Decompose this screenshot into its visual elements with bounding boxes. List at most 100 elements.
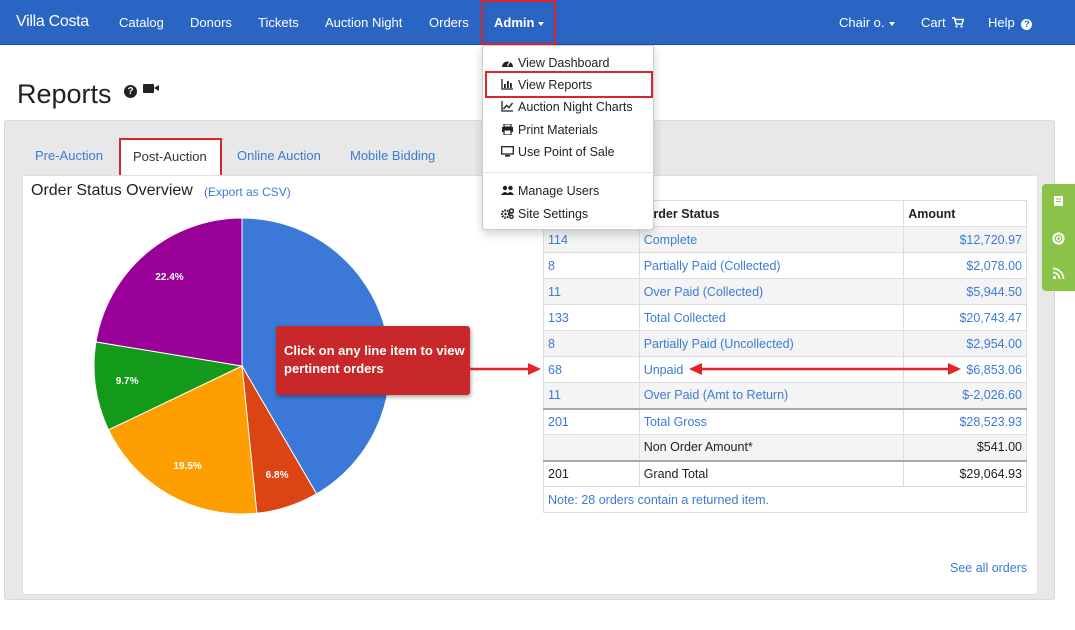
nav-tickets[interactable]: Tickets (258, 15, 299, 30)
row-status[interactable]: Over Paid (Amt to Return) (638, 382, 905, 409)
table-row[interactable]: 133 Total Collected $20,743.47 (543, 304, 1027, 331)
side-toolbar (1042, 184, 1075, 291)
nav-chair-label: Chair o. (839, 15, 885, 30)
row-amount[interactable]: $5,944.50 (903, 278, 1027, 305)
row-count: 201 (543, 459, 640, 487)
row-count[interactable]: 133 (543, 304, 640, 331)
row-count[interactable]: 8 (543, 330, 640, 357)
row-amount[interactable]: $2,078.00 (903, 252, 1027, 279)
tab-post-auction-label: Post-Auction (133, 149, 207, 164)
header-order-status: Order Status (638, 200, 905, 227)
nav-orders[interactable]: Orders (429, 15, 469, 30)
tab-online-auction[interactable]: Online Auction (237, 148, 321, 163)
menu-label: Manage Users (518, 184, 600, 198)
tab-post-auction[interactable]: Post-Auction (119, 138, 222, 175)
callout-text: Click on any line item to view pertinent… (284, 343, 465, 376)
row-status[interactable]: Partially Paid (Uncollected) (638, 330, 905, 357)
nav-donors[interactable]: Donors (190, 15, 232, 30)
row-amount[interactable]: $12,720.97 (903, 226, 1027, 253)
row-amount: $541.00 (903, 434, 1027, 461)
dashboard-icon (502, 60, 513, 67)
row-amount[interactable]: $2,954.00 (903, 330, 1027, 357)
title-icons: ? (124, 82, 159, 98)
book-icon[interactable] (1052, 195, 1065, 208)
menu-label: Use Point of Sale (518, 145, 615, 159)
admin-highlight-box (481, 0, 556, 45)
nav-cart[interactable]: Cart (921, 15, 965, 30)
see-all-orders-link[interactable]: See all orders (950, 561, 1027, 575)
export-csv-link[interactable]: (Export as CSV) (204, 185, 291, 199)
row-count[interactable]: 8 (543, 252, 640, 279)
returned-items-note: Note: 28 orders contain a returned item. (543, 486, 1027, 513)
nav-help[interactable]: Help ? (988, 15, 1033, 30)
cart-icon (952, 17, 965, 28)
table-row[interactable]: 8 Partially Paid (Uncollected) $2,954.00 (543, 330, 1027, 357)
cogs-icon (501, 208, 514, 219)
nav-auction-night[interactable]: Auction Night (325, 15, 402, 30)
row-amount[interactable]: $-2,026.60 (903, 382, 1027, 409)
pie-slice-label: 9.7% (115, 376, 139, 388)
row-count (543, 434, 640, 461)
nav-help-label: Help (988, 15, 1015, 30)
table-row: Non Order Amount* $541.00 (543, 434, 1027, 461)
nav-chair[interactable]: Chair o. (839, 15, 895, 30)
row-status[interactable]: Over Paid (Collected) (638, 278, 905, 305)
users-icon (501, 185, 514, 195)
row-status[interactable]: Partially Paid (Collected) (638, 252, 905, 279)
brand-link[interactable]: Villa Costa (16, 13, 89, 31)
table-note-row: Note: 28 orders contain a returned item. (543, 486, 1027, 513)
row-amount: $29,064.93 (903, 459, 1027, 487)
page-title: Reports (17, 79, 112, 109)
video-camera-icon[interactable] (143, 84, 159, 93)
pie-slice-label: 22.4% (155, 271, 184, 283)
chevron-down-icon (888, 21, 895, 26)
row-status: Non Order Amount* (638, 434, 905, 461)
row-count[interactable]: 11 (543, 382, 640, 409)
row-amount[interactable]: $6,853.06 (903, 356, 1027, 383)
menu-use-point-of-sale[interactable]: Use Point of Sale (501, 145, 615, 159)
menu-print-materials[interactable]: Print Materials (501, 123, 598, 137)
help-icon[interactable]: ? (124, 85, 137, 98)
row-count[interactable]: 68 (543, 356, 640, 383)
row-status[interactable]: Complete (638, 226, 905, 253)
row-status[interactable]: Total Gross (638, 407, 905, 435)
table-row[interactable]: 8 Partially Paid (Collected) $2,078.00 (543, 252, 1027, 279)
section-title: Order Status Overview (31, 182, 193, 199)
menu-view-dashboard[interactable]: View Dashboard (501, 56, 610, 70)
menu-site-settings[interactable]: Site Settings (501, 207, 588, 221)
table-row[interactable]: 68 Unpaid $6,853.06 (543, 356, 1027, 383)
desktop-icon (501, 146, 514, 157)
row-count[interactable]: 114 (543, 226, 640, 253)
nav-cart-label: Cart (921, 15, 946, 30)
header-amount: Amount (903, 200, 1027, 227)
view-reports-highlight-box (485, 71, 653, 98)
pie-slice-label: 6.8% (265, 469, 289, 481)
rss-icon[interactable] (1052, 267, 1065, 280)
menu-label: Print Materials (518, 123, 598, 137)
menu-label: Auction Night Charts (518, 100, 633, 114)
table-row[interactable]: 11 Over Paid (Amt to Return) $-2,026.60 (543, 382, 1027, 409)
pie-slice (95, 218, 243, 367)
row-count[interactable]: 201 (543, 407, 640, 435)
question-icon: ? (1021, 19, 1033, 30)
tab-pre-auction[interactable]: Pre-Auction (35, 148, 103, 163)
callout-annotation: Click on any line item to view pertinent… (276, 326, 470, 395)
row-status[interactable]: Unpaid (638, 356, 905, 383)
print-icon (502, 124, 513, 135)
table-row[interactable]: 201 Total Gross $28,523.93 (543, 407, 1027, 435)
row-status: Grand Total (638, 459, 905, 487)
line-chart-icon (501, 101, 514, 112)
table-row[interactable]: 11 Over Paid (Collected) $5,944.50 (543, 278, 1027, 305)
row-status[interactable]: Total Collected (638, 304, 905, 331)
tab-mobile-bidding[interactable]: Mobile Bidding (350, 148, 435, 163)
order-status-table: Order Status Amount 114 Complete $12,720… (543, 200, 1027, 513)
menu-auction-night-charts[interactable]: Auction Night Charts (501, 100, 633, 114)
nav-catalog[interactable]: Catalog (119, 15, 164, 30)
pie-slice-label: 19.5% (173, 460, 202, 472)
row-amount[interactable]: $20,743.47 (903, 304, 1027, 331)
life-ring-icon[interactable] (1052, 232, 1065, 245)
row-count[interactable]: 11 (543, 278, 640, 305)
menu-manage-users[interactable]: Manage Users (501, 184, 599, 198)
row-amount[interactable]: $28,523.93 (903, 407, 1027, 435)
table-row[interactable]: 114 Complete $12,720.97 (543, 226, 1027, 253)
